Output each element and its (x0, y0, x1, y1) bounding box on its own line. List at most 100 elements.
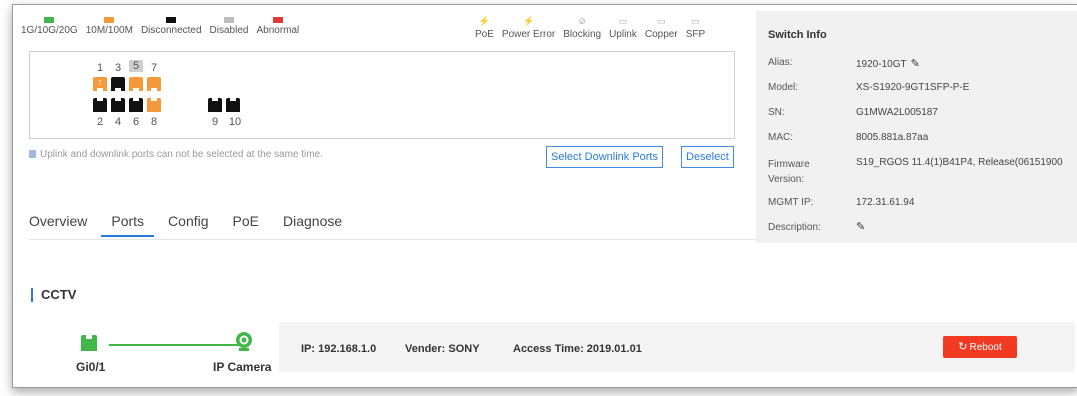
firmware-value: S19_RGOS 11.4(1)B41P4, Release(06151900 (856, 157, 1063, 168)
connection-line (109, 344, 241, 346)
blocking-icon: ⊘ (578, 16, 586, 26)
legend-1g: 1G/10G/20G (21, 17, 78, 36)
tab-ports[interactable]: Ports (101, 213, 154, 237)
tab-bar: Overview Ports Config PoE Diagnose (29, 213, 366, 237)
reboot-label: Reboot (969, 342, 1002, 353)
selection-hint: Uplink and downlink ports can not be sel… (29, 149, 323, 160)
port-1[interactable]: ↑ (93, 77, 107, 91)
edit-description-icon[interactable]: ✎ (856, 220, 865, 233)
legend-label: Uplink (609, 29, 637, 40)
port-number-5: 5 (129, 60, 143, 72)
port-label: Gi0/1 (76, 360, 106, 374)
legend-disconnected: Disconnected (141, 17, 202, 36)
port-number-8: 8 (150, 116, 158, 128)
ip-camera-icon[interactable] (234, 331, 254, 351)
alias-text: 1920-10GT (856, 59, 907, 70)
mgmt-ip-label: MGMT IP: (768, 197, 814, 208)
firmware-label: Firmware Version: (768, 159, 810, 185)
port-number-2: 2 (96, 116, 104, 128)
legend-label: Copper (644, 29, 678, 40)
tab-diagnose[interactable]: Diagnose (283, 213, 342, 237)
legend-swatch-black (166, 17, 177, 23)
device-access-time: Access Time: 2019.01.01 (513, 343, 642, 355)
switch-info-title: Switch Info (768, 29, 827, 41)
mac-value: 8005.881a.87aa (856, 132, 929, 143)
edit-alias-icon[interactable]: ✎ (911, 57, 920, 70)
port-number-3: 3 (114, 62, 122, 74)
port-2[interactable] (93, 98, 107, 112)
section-accent-bar (31, 288, 33, 302)
deselect-button[interactable]: Deselect (681, 146, 734, 168)
legend-uplink: ▭ Uplink (609, 16, 637, 41)
legend-label: SFP (685, 29, 706, 40)
legend-power-error: ⚡ Power Error (501, 16, 556, 41)
port-10[interactable] (226, 98, 240, 112)
legend-disabled: Disabled (209, 17, 249, 36)
port-number-7: 7 (150, 62, 158, 74)
uplink-icon: ▭ (618, 16, 628, 26)
refresh-icon: ↻ (958, 341, 968, 353)
device-vender: Vender: SONY (405, 343, 480, 355)
legend-label: Abnormal (256, 25, 300, 36)
port-number-4: 4 (114, 116, 122, 128)
legend-blocking: ⊘ Blocking (563, 16, 602, 41)
port-9[interactable] (208, 98, 222, 112)
reboot-button[interactable]: ↻ Reboot (943, 336, 1017, 358)
legend-label: Disconnected (140, 25, 202, 36)
switch-info-panel: Switch Info Alias: 1920-10GT ✎ Model: XS-… (756, 11, 1077, 243)
alias-label: Alias: (768, 57, 793, 68)
select-downlink-ports-button[interactable]: Select Downlink Ports (546, 146, 663, 168)
legend-poe: ⚡ PoE (475, 16, 494, 41)
legend-swatch-red (272, 17, 283, 23)
sn-label: SN: (768, 107, 785, 118)
tab-config[interactable]: Config (168, 213, 208, 237)
port-8[interactable] (147, 98, 161, 112)
switch-panel: 1 3 5 7 ↑ 2 4 6 8 9 10 (29, 51, 735, 139)
device-ip: IP: 192.168.1.0 (301, 343, 377, 355)
legend-abnormal: Abnormal (256, 17, 299, 36)
switch-detail-window: 1G/10G/20G 10M/100M Disconnected Disable… (12, 4, 1077, 388)
port-number-1: 1 (96, 62, 104, 74)
port-number-9: 9 (211, 116, 219, 128)
legend-swatch-green (44, 17, 55, 23)
port-7[interactable] (147, 77, 161, 91)
alias-value: 1920-10GT ✎ (856, 57, 920, 70)
legend-label: PoE (475, 29, 494, 40)
port-6[interactable] (129, 98, 143, 112)
poe-icon: ⚡ (478, 16, 491, 26)
sfp-icon: ▭ (691, 16, 700, 26)
legend-swatch-orange (104, 17, 115, 23)
port-type-legend: ⚡ PoE ⚡ Power Error ⊘ Blocking ▭ Uplink … (475, 16, 713, 41)
legend-label: Disabled (209, 25, 249, 36)
port-gi0-1-icon[interactable] (81, 335, 97, 351)
tab-poe[interactable]: PoE (233, 213, 259, 237)
legend-copper: ▭ Copper (644, 16, 678, 41)
copper-icon: ▭ (657, 16, 666, 26)
model-label: Model: (768, 82, 799, 93)
description-label: Description: (768, 222, 821, 233)
port-status-legend: 1G/10G/20G 10M/100M Disconnected Disable… (21, 17, 307, 36)
port-5[interactable] (129, 77, 143, 91)
port-number-10: 10 (228, 116, 242, 128)
sn-value: G1MWA2L005187 (856, 107, 938, 118)
mac-label: MAC: (768, 132, 793, 143)
legend-label: Power Error (501, 29, 556, 40)
legend-label: Blocking (563, 29, 602, 40)
power-error-icon: ⚡ (522, 16, 535, 26)
legend-sfp: ▭ SFP (685, 16, 706, 41)
port-3[interactable] (111, 77, 125, 91)
model-value: XS-S1920-9GT1SFP-P-E (856, 82, 970, 93)
mgmt-ip-value: 172.31.61.94 (856, 197, 915, 208)
legend-swatch-gray (224, 17, 234, 23)
tab-overview[interactable]: Overview (29, 213, 87, 237)
port-number-6: 6 (132, 116, 140, 128)
info-icon (29, 150, 36, 159)
cctv-section-title: CCTV (41, 287, 77, 302)
legend-label: 1G/10G/20G (21, 25, 78, 36)
legend-label: 10M/100M (85, 25, 133, 36)
hint-text: Uplink and downlink ports can not be sel… (40, 149, 323, 160)
tab-divider (29, 239, 756, 240)
device-label: IP Camera (213, 360, 272, 374)
port-4[interactable] (111, 98, 125, 112)
legend-10m: 10M/100M (86, 17, 133, 36)
